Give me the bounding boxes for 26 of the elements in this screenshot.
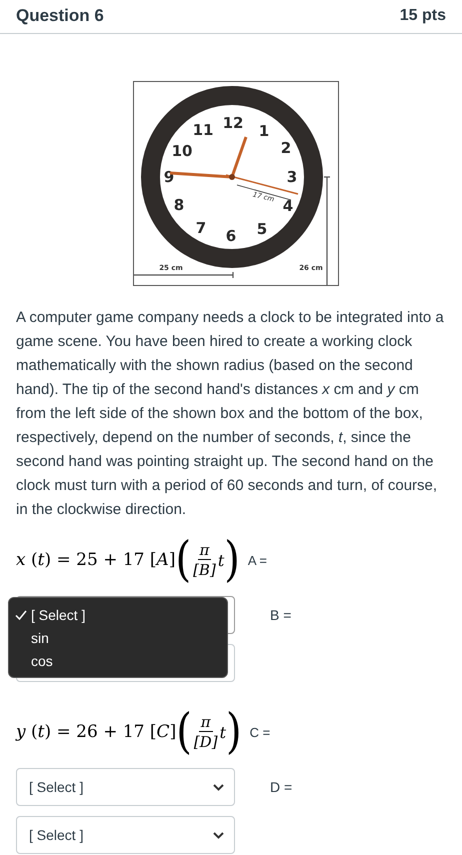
clock-numeral: 8 bbox=[174, 196, 184, 214]
clock-numeral: 4 bbox=[282, 197, 294, 215]
clock-numeral: 10 bbox=[172, 142, 192, 160]
chevron-down-icon bbox=[213, 784, 224, 790]
menu-option[interactable]: cos bbox=[31, 652, 53, 668]
clock-numeral: 7 bbox=[196, 219, 206, 237]
clock-numeral: 1 bbox=[258, 122, 270, 140]
points-label: 15 pts bbox=[400, 7, 446, 25]
clock-numeral: 12 bbox=[222, 114, 244, 132]
question-title: Question 6 bbox=[16, 6, 104, 26]
question-text: A computer game company needs a clock to be integrated into a game scene. You have been hired to create a working clock mathematically with the shown radius (based on the second hand). The tip of the second hand's distances x cm and y cm from the left side of the shown box and the bottom of the box, respectively, depend on the number of seconds, t, since the second hand was pointing straight up. The second hand on the clock must turn with a period of 60 seconds and turn, of course, in the clockwise direction. bbox=[16, 308, 445, 520]
blank-label: A = bbox=[248, 552, 268, 568]
select-dropdown[interactable]: [ Select ] bbox=[16, 768, 235, 806]
blank-label: B = bbox=[270, 607, 292, 623]
clock-numeral: 5 bbox=[256, 220, 268, 238]
menu-option[interactable]: sin bbox=[31, 630, 49, 646]
leader-line bbox=[236, 184, 292, 200]
blank-label: C = bbox=[250, 724, 270, 740]
clock-numeral: 6 bbox=[226, 227, 236, 245]
blank-label: D = bbox=[270, 779, 292, 795]
chevron-down-icon bbox=[213, 832, 224, 838]
clock-numeral: 11 bbox=[192, 121, 214, 139]
clock-numeral: 3 bbox=[286, 168, 298, 186]
select-dropdown[interactable]: [ Select ] bbox=[16, 816, 235, 854]
menu-option[interactable]: [ Select ] bbox=[31, 606, 86, 622]
clock-numeral: 2 bbox=[280, 139, 292, 157]
